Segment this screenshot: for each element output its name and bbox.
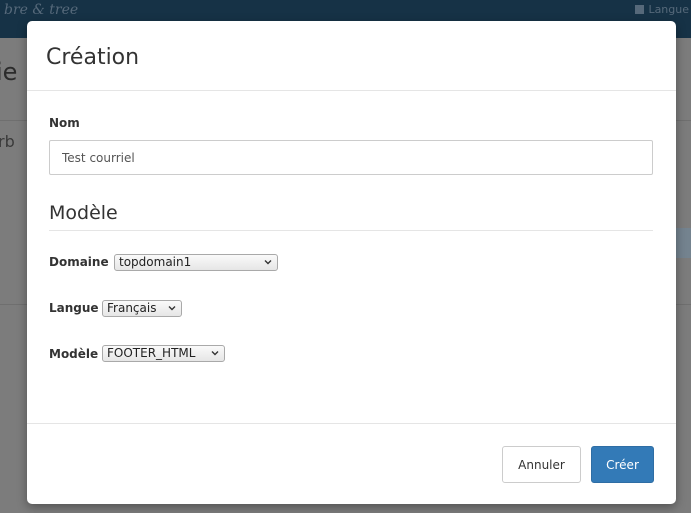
- modele-select[interactable]: FOOTER_HTML: [102, 345, 225, 362]
- chevron-down-icon: [211, 351, 219, 356]
- langue-label: Langue: [49, 301, 99, 315]
- domaine-select[interactable]: topdomain1: [114, 254, 278, 271]
- page-label-fragment: rb: [0, 132, 15, 151]
- chevron-down-icon: [168, 306, 176, 311]
- modal-header: Création: [27, 21, 676, 91]
- modal-footer: Annuler Créer: [27, 423, 676, 504]
- brand-logo[interactable]: bre & tree: [4, 2, 78, 18]
- create-button[interactable]: Créer: [591, 446, 654, 483]
- creation-modal: Création Nom Modèle Domaine topdomain1 L…: [27, 21, 676, 504]
- cancel-button[interactable]: Annuler: [502, 446, 581, 483]
- chevron-down-icon: [264, 260, 272, 265]
- modele-select-value: FOOTER_HTML: [107, 346, 196, 360]
- nom-input[interactable]: [49, 140, 653, 175]
- domaine-label: Domaine: [49, 255, 109, 269]
- modele-section-heading: Modèle: [49, 200, 653, 231]
- page-title-fragment: ie: [0, 58, 18, 86]
- language-label: Langue: [648, 3, 689, 16]
- nom-label: Nom: [49, 116, 80, 130]
- modele-label: Modèle: [49, 347, 99, 361]
- domaine-select-value: topdomain1: [119, 255, 192, 269]
- langue-select-value: Français: [107, 301, 157, 315]
- modal-body: Nom Modèle Domaine topdomain1 Langue Fra…: [27, 91, 676, 423]
- flag-icon: [635, 5, 645, 14]
- language-menu[interactable]: Langue: [635, 3, 689, 16]
- modal-title: Création: [46, 45, 140, 70]
- langue-select[interactable]: Français: [102, 300, 182, 317]
